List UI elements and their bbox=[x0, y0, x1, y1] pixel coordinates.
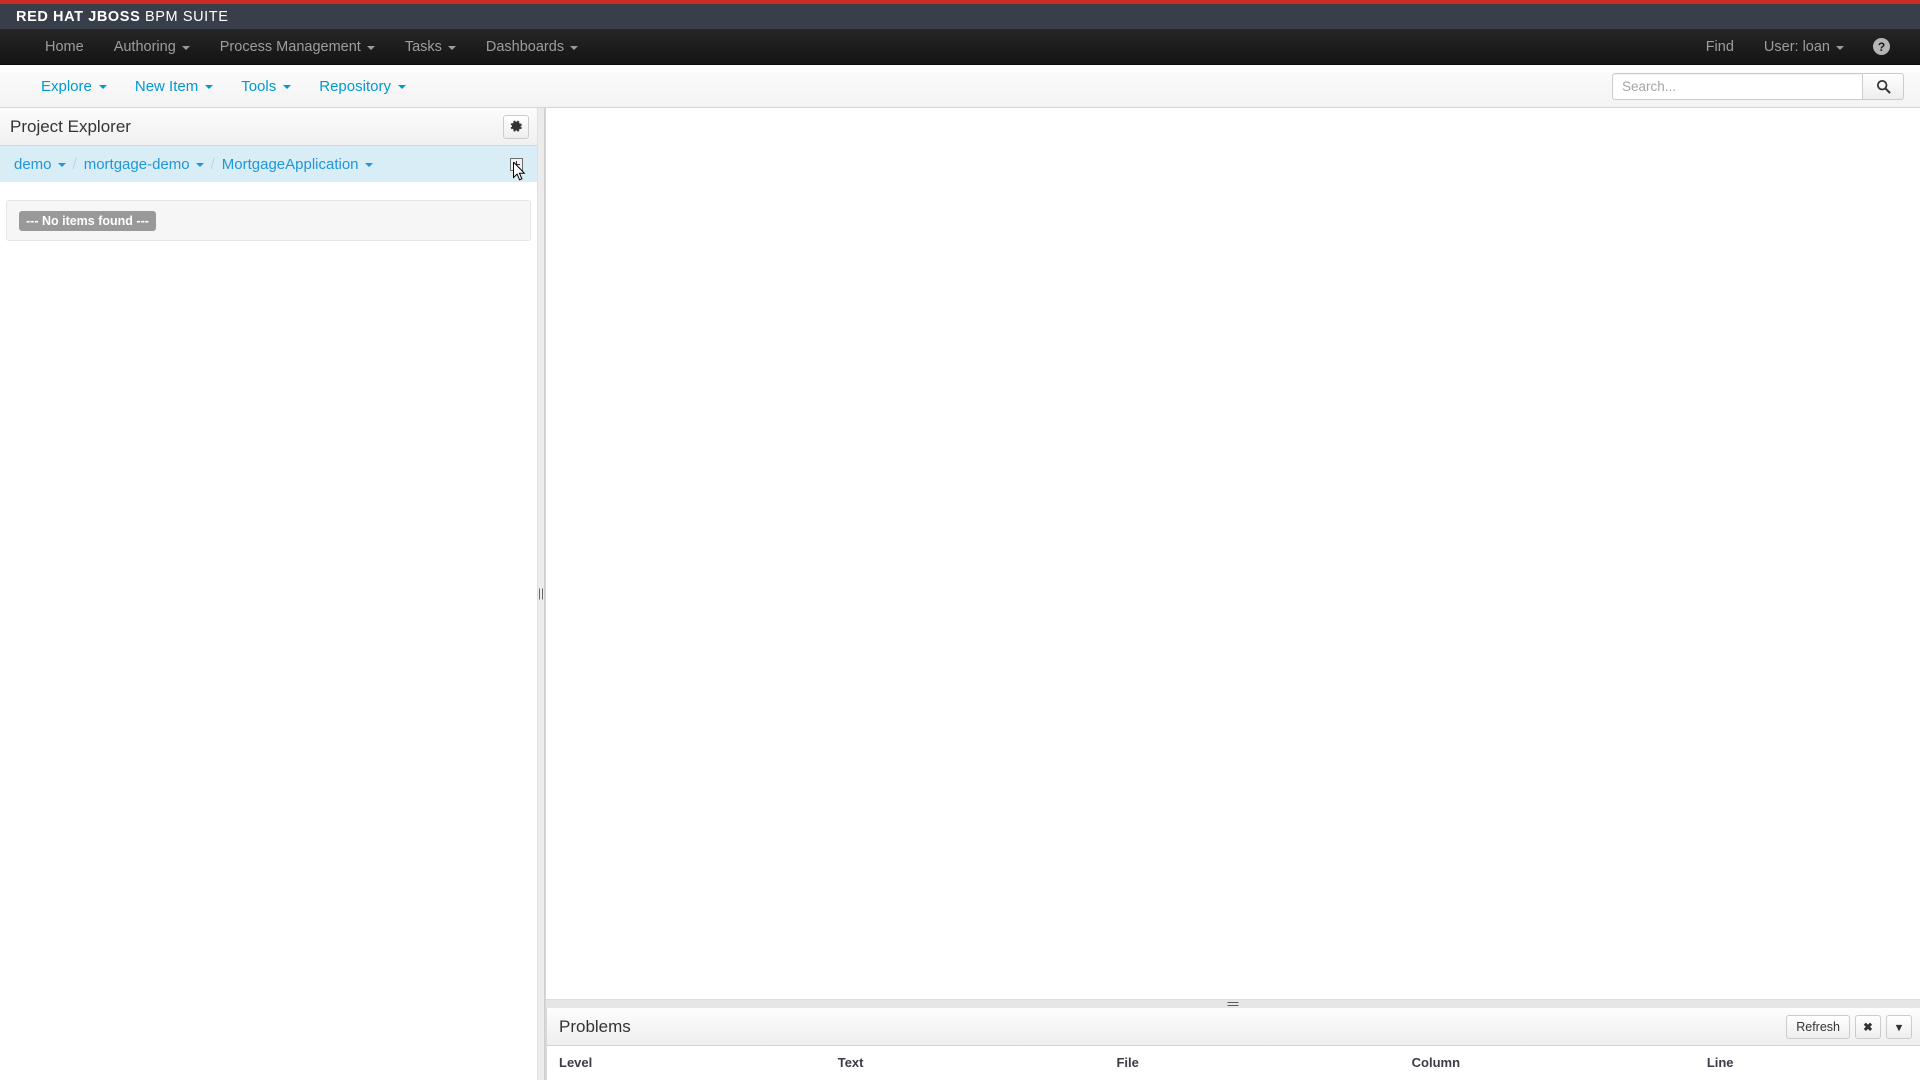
editor-area[interactable] bbox=[546, 108, 1920, 999]
chevron-down-icon bbox=[447, 45, 456, 50]
project-tree: --- No items found --- bbox=[0, 182, 537, 1080]
problems-header: Problems Refresh ✖ ▾ bbox=[546, 1008, 1920, 1046]
project-explorer-settings-button[interactable] bbox=[503, 114, 529, 139]
splitter-grip-icon bbox=[1227, 1002, 1239, 1006]
breadcrumb-item-mortgage-demo[interactable]: mortgage-demo bbox=[84, 156, 204, 173]
vertical-splitter[interactable] bbox=[537, 108, 545, 1080]
nav-item-label: Authoring bbox=[113, 38, 176, 55]
toolbar-item-label: Repository bbox=[319, 77, 391, 95]
toolbar-item-repository[interactable]: Repository bbox=[305, 78, 420, 95]
tree-empty-container: --- No items found --- bbox=[6, 200, 531, 241]
chevron-down-icon bbox=[1836, 45, 1844, 50]
breadcrumb-label: MortgageApplication bbox=[221, 155, 359, 173]
brand-bar: RED HAT JBOSS BPM SUITE bbox=[0, 4, 1920, 29]
column-header-file[interactable]: File bbox=[1104, 1046, 1400, 1078]
app-logo: RED HAT JBOSS BPM SUITE bbox=[16, 9, 229, 25]
user-label: User: loan bbox=[1763, 38, 1830, 55]
toolbar-items-group: Explore New Item Tools Repository bbox=[0, 78, 420, 95]
nav-item-authoring[interactable]: Authoring bbox=[99, 29, 205, 65]
right-pane: Problems Refresh ✖ ▾ Level Text File Col… bbox=[545, 108, 1920, 1080]
chevron-down-icon bbox=[205, 85, 214, 89]
breadcrumb-label: demo bbox=[14, 155, 52, 173]
main-navigation-bar: Home Authoring Process Management Tasks … bbox=[0, 29, 1920, 65]
chevron-down-icon bbox=[195, 163, 204, 167]
secondary-toolbar: Explore New Item Tools Repository bbox=[0, 65, 1920, 108]
help-button[interactable]: ? bbox=[1859, 38, 1904, 55]
column-header-line[interactable]: Line bbox=[1694, 1046, 1920, 1078]
nav-item-find[interactable]: Find bbox=[1691, 29, 1749, 65]
search-button[interactable] bbox=[1862, 72, 1904, 100]
nav-item-process-management[interactable]: Process Management bbox=[205, 29, 390, 65]
problems-table: Level Text File Column Line bbox=[547, 1046, 1920, 1078]
search-group bbox=[1612, 72, 1904, 100]
question-circle-icon: ? bbox=[1873, 38, 1890, 55]
toolbar-item-label: Explore bbox=[41, 77, 92, 95]
problems-table-head: Level Text File Column Line bbox=[547, 1046, 1920, 1078]
chevron-down-icon bbox=[366, 45, 375, 50]
nav-utility-group: Find User: loan ? bbox=[1691, 29, 1920, 65]
panel-title: Project Explorer bbox=[10, 116, 131, 136]
no-items-badge: --- No items found --- bbox=[19, 210, 156, 231]
breadcrumb-item-mortgage-application[interactable]: MortgageApplication bbox=[222, 156, 373, 173]
breadcrumb-separator: / bbox=[72, 155, 77, 173]
nav-items-group: Home Authoring Process Management Tasks … bbox=[0, 29, 593, 65]
chevron-down-icon bbox=[364, 163, 373, 167]
chevron-down-icon bbox=[570, 45, 579, 50]
toolbar-item-explore[interactable]: Explore bbox=[27, 78, 121, 95]
problems-actions: Refresh ✖ ▾ bbox=[1786, 1014, 1912, 1039]
nav-item-home[interactable]: Home bbox=[30, 29, 99, 65]
brand-light-text: BPM SUITE bbox=[140, 8, 229, 25]
problems-table-container: Level Text File Column Line bbox=[546, 1046, 1920, 1080]
chevron-down-icon bbox=[57, 163, 66, 167]
breadcrumb-separator: / bbox=[210, 155, 215, 173]
nav-item-label: Dashboards bbox=[485, 38, 565, 55]
search-icon bbox=[1876, 79, 1891, 94]
search-input[interactable] bbox=[1612, 72, 1862, 100]
toolbar-item-label: Tools bbox=[241, 77, 277, 95]
expand-plus-icon[interactable] bbox=[510, 157, 523, 171]
breadcrumb-item-demo[interactable]: demo bbox=[14, 156, 66, 173]
panel-menu-button[interactable]: ▾ bbox=[1886, 1014, 1912, 1039]
breadcrumb: demo / mortgage-demo / MortgageApplicati… bbox=[0, 146, 537, 182]
problems-title: Problems bbox=[559, 1016, 631, 1036]
toolbar-item-label: New Item bbox=[134, 77, 199, 95]
chevron-down-icon bbox=[181, 45, 190, 50]
problems-panel: Problems Refresh ✖ ▾ Level Text File Col… bbox=[546, 1008, 1920, 1080]
nav-item-label: Home bbox=[45, 38, 84, 55]
gear-icon bbox=[510, 120, 522, 132]
refresh-button[interactable]: Refresh bbox=[1786, 1014, 1850, 1039]
nav-item-dashboards[interactable]: Dashboards bbox=[471, 29, 593, 65]
project-explorer-panel: Project Explorer demo / mortgage-demo / … bbox=[0, 108, 537, 1080]
toolbar-item-new-item[interactable]: New Item bbox=[121, 78, 227, 95]
nav-item-user-menu[interactable]: User: loan bbox=[1749, 29, 1859, 65]
close-button[interactable]: ✖ bbox=[1855, 1014, 1881, 1039]
column-header-column[interactable]: Column bbox=[1399, 1046, 1695, 1078]
project-explorer-header: Project Explorer bbox=[0, 108, 537, 146]
chevron-down-icon bbox=[283, 85, 292, 89]
column-header-text[interactable]: Text bbox=[825, 1046, 1105, 1078]
chevron-down-icon bbox=[397, 85, 406, 89]
nav-item-label: Tasks bbox=[404, 38, 442, 55]
find-label: Find bbox=[1705, 38, 1734, 55]
brand-bold-text: RED HAT JBOSS bbox=[16, 8, 141, 25]
nav-item-tasks[interactable]: Tasks bbox=[390, 29, 471, 65]
splitter-grip-icon bbox=[539, 588, 543, 600]
nav-item-label: Process Management bbox=[219, 38, 361, 55]
breadcrumb-label: mortgage-demo bbox=[83, 155, 190, 173]
horizontal-splitter[interactable] bbox=[546, 999, 1920, 1008]
workspace: Project Explorer demo / mortgage-demo / … bbox=[0, 108, 1920, 1080]
problems-header-row: Level Text File Column Line bbox=[547, 1046, 1920, 1078]
toolbar-item-tools[interactable]: Tools bbox=[227, 78, 305, 95]
column-header-level[interactable]: Level bbox=[547, 1046, 826, 1078]
chevron-down-icon bbox=[98, 85, 107, 89]
